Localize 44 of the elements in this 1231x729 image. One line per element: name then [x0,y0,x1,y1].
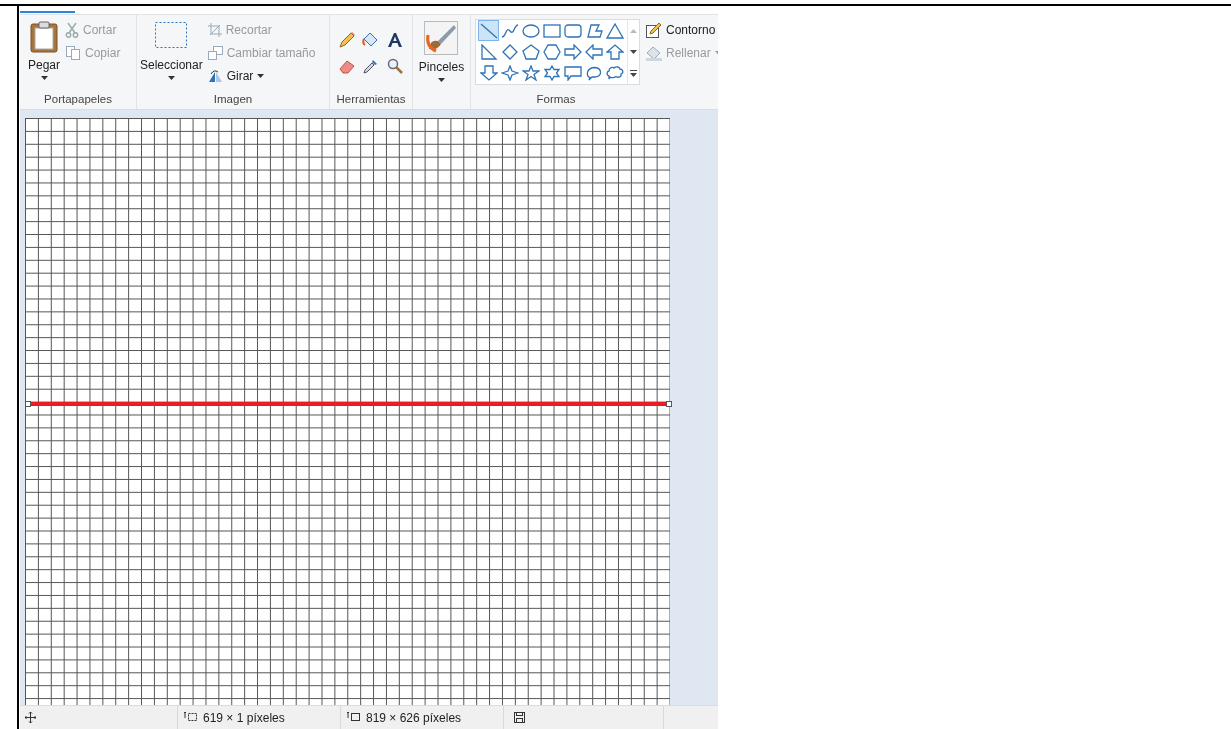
star-four-shape-button[interactable] [499,62,520,83]
scissors-icon [65,22,80,38]
group-label: Herramientas [335,92,407,107]
move-icon [25,712,36,723]
select-button[interactable]: Seleccionar [137,19,206,82]
arrow-down-shape-button[interactable] [478,62,499,83]
selection-icon [154,21,189,49]
line-shape-button[interactable] [478,20,499,41]
selection-size-icon [184,711,198,724]
caret-icon [257,74,265,78]
right-triangle-shape-button[interactable] [478,41,499,62]
rotate-button[interactable]: Girar [205,66,318,86]
grid-canvas[interactable] [25,118,670,705]
copy-icon [65,45,82,61]
resize-icon [207,46,223,60]
arrow-left-shape-button[interactable] [583,41,604,62]
crop-icon [207,23,222,37]
star-five-shape-button[interactable] [520,62,541,83]
scroll-down-icon[interactable] [630,50,637,54]
paint-bucket-icon [646,45,662,61]
active-tab-indicator [20,11,75,13]
pencil-icon [646,22,662,38]
save-icon [514,712,525,723]
group-label: Formas [535,92,577,107]
canvas-size: 819 × 626 píxeles [366,710,462,725]
rotate-icon [207,69,223,83]
group-label: Portapapeles [43,92,113,107]
clipboard-icon [30,21,58,53]
canvas-size-icon [347,711,361,724]
brushes-button[interactable]: Pinceles [415,19,468,84]
paste-button[interactable]: Pegar [20,19,64,82]
caret-icon [438,78,445,82]
caret-icon [40,76,48,80]
caret-icon [167,76,175,80]
outline-button[interactable]: Contorno [644,20,718,40]
brush-icon [424,21,459,55]
group-label: Imagen [212,92,254,107]
resize-handle[interactable] [666,401,672,407]
hexagon-shape-button[interactable] [541,41,562,62]
pencil-icon[interactable] [336,29,358,51]
selection-size: 619 × 1 píxeles [203,710,285,725]
arrow-right-shape-button[interactable] [562,41,583,62]
expand-icon[interactable] [630,69,637,77]
resize-handle[interactable] [25,401,31,407]
